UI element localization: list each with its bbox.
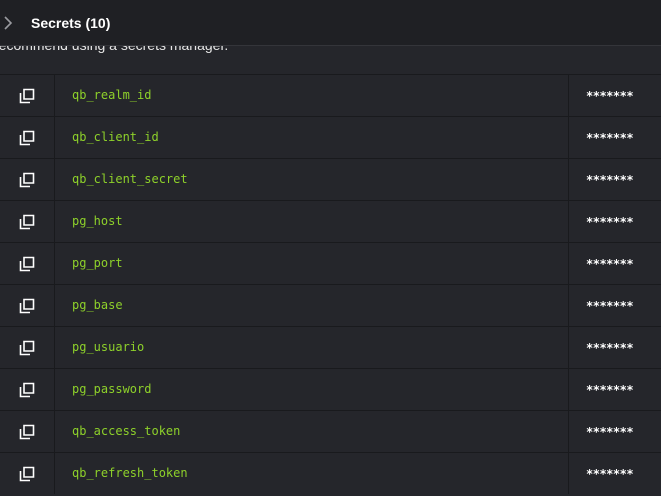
column-divider [568,453,569,494]
copy-icon[interactable] [18,129,36,147]
secret-name: qb_refresh_token [72,466,188,480]
secrets-section-header[interactable]: Secrets (10) [0,0,661,46]
secret-name: pg_password [72,382,152,396]
copy-cell [0,369,55,410]
secrets-table: qb_realm_id ******* qb_client_id *******… [0,74,661,494]
copy-cell [0,75,55,116]
copy-icon[interactable] [18,87,36,105]
secret-value: ******* [586,341,634,355]
secret-row: qb_realm_id ******* [0,74,661,116]
secret-value: ******* [586,89,634,103]
secret-name: pg_base [72,298,123,312]
secret-row: pg_password ******* [0,368,661,410]
column-divider [568,117,569,158]
secret-row: qb_client_secret ******* [0,158,661,200]
column-divider [568,327,569,368]
copy-cell [0,201,55,242]
secret-row: qb_refresh_token ******* [0,452,661,494]
copy-cell [0,159,55,200]
copy-icon[interactable] [18,381,36,399]
secret-row: pg_host ******* [0,200,661,242]
column-divider [568,201,569,242]
column-divider [568,75,569,116]
section-title: Secrets (10) [31,15,111,31]
secret-row: pg_port ******* [0,242,661,284]
secret-name: qb_realm_id [72,88,152,102]
secret-row: qb_access_token ******* [0,410,661,452]
chevron-right-icon[interactable] [3,16,13,30]
secret-name: qb_client_secret [72,172,188,186]
copy-cell [0,243,55,284]
column-divider [568,243,569,284]
column-divider [568,411,569,452]
secret-row: pg_base ******* [0,284,661,326]
secret-value: ******* [586,425,634,439]
copy-cell [0,411,55,452]
secret-value: ******* [586,215,634,229]
copy-cell [0,453,55,494]
copy-icon[interactable] [18,423,36,441]
copy-icon[interactable] [18,297,36,315]
secret-row: pg_usuario ******* [0,326,661,368]
copy-icon[interactable] [18,171,36,189]
column-divider [568,159,569,200]
copy-cell [0,285,55,326]
secret-name: pg_usuario [72,340,145,354]
copy-icon[interactable] [18,465,36,483]
copy-cell [0,117,55,158]
copy-cell [0,327,55,368]
secret-name: pg_port [72,256,123,270]
section-hint: recommend using a secrets manager. [0,46,228,55]
secret-value: ******* [586,257,634,271]
secret-value: ******* [586,131,634,145]
copy-icon[interactable] [18,213,36,231]
secret-name: qb_client_id [72,130,159,144]
copy-icon[interactable] [18,255,36,273]
secret-value: ******* [586,173,634,187]
copy-icon[interactable] [18,339,36,357]
secret-name: qb_access_token [72,424,181,438]
secret-value: ******* [586,299,634,313]
secret-value: ******* [586,467,634,481]
secret-value: ******* [586,383,634,397]
secret-row: qb_client_id ******* [0,116,661,158]
secret-name: pg_host [72,214,123,228]
hint-area: recommend using a secrets manager. [0,46,661,74]
column-divider [568,369,569,410]
column-divider [568,285,569,326]
